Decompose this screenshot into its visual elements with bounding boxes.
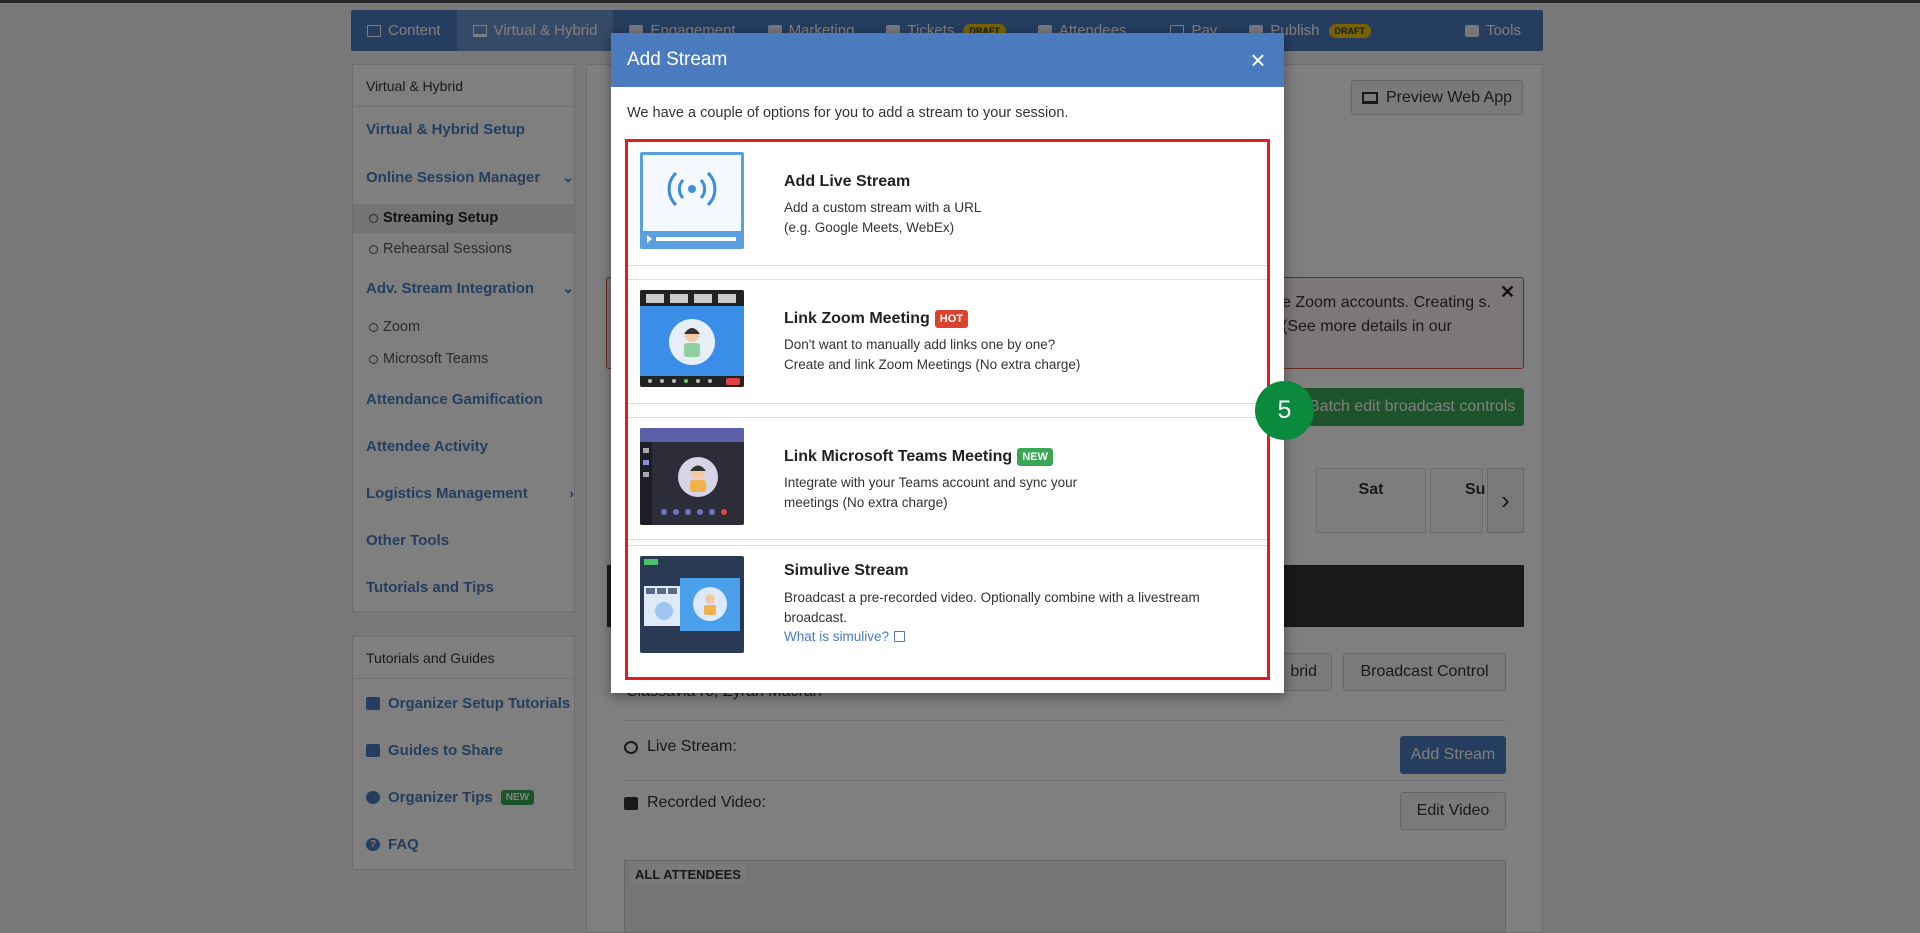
option-description: Integrate with your Teams account and sy… — [784, 475, 1078, 510]
add-stream-modal: Add Stream × We have a couple of options… — [611, 33, 1284, 693]
option-description: Broadcast a pre-recorded video. Optional… — [784, 590, 1200, 625]
modal-header: Add Stream × — [611, 33, 1284, 87]
option-title: Link Zoom Meeting HOT — [784, 310, 969, 328]
simulive-icon — [640, 556, 744, 653]
new-badge: NEW — [1017, 448, 1053, 466]
option-title: Add Live Stream — [784, 173, 911, 190]
option-link-zoom-meeting[interactable]: Link Zoom Meeting HOT Don't want to manua… — [628, 280, 1267, 404]
hot-badge: HOT — [934, 310, 969, 328]
teams-meeting-icon — [640, 428, 744, 525]
what-is-simulive-link[interactable]: What is simulive? — [784, 629, 906, 644]
step-marker: 5 — [1255, 381, 1314, 440]
option-title: Simulive Stream — [784, 562, 909, 579]
modal-title: Add Stream — [627, 49, 728, 70]
option-simulive-stream[interactable]: Simulive Stream Broadcast a pre-recorded… — [628, 546, 1267, 677]
zoom-meeting-icon — [640, 290, 744, 387]
option-description: Don't want to manually add links one by … — [784, 337, 1081, 372]
option-link-teams-meeting[interactable]: Link Microsoft Teams Meeting NEW Integrat… — [628, 418, 1267, 540]
option-title: Link Microsoft Teams Meeting NEW — [784, 448, 1053, 466]
close-icon[interactable]: × — [1247, 47, 1269, 73]
external-link-icon — [894, 631, 906, 642]
option-description: Add a custom stream with a URL (e.g. Goo… — [784, 200, 982, 235]
modal-intro: We have a couple of options for you to a… — [627, 105, 1069, 121]
live-stream-icon — [640, 152, 744, 249]
option-add-live-stream[interactable]: Add Live Stream Add a custom stream with… — [628, 142, 1267, 266]
options-highlight: Add Live Stream Add a custom stream with… — [625, 139, 1270, 680]
